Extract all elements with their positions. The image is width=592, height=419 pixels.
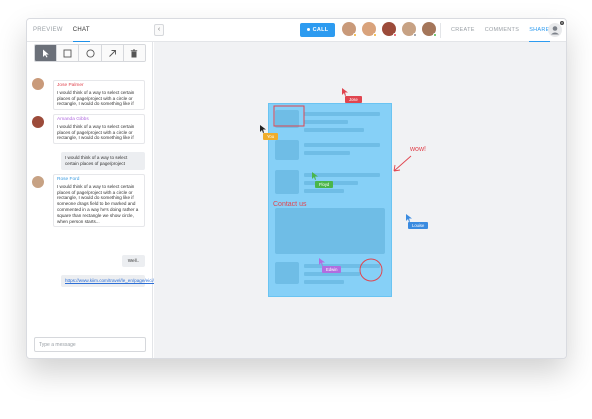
avatar	[32, 176, 44, 188]
sender-name: Rose Ford	[57, 177, 80, 182]
phone-icon	[306, 28, 310, 32]
top-bar: PREVIEW CHAT ‹ CALL CREATE COMMENTS SHAR…	[27, 19, 566, 42]
avatar[interactable]	[422, 22, 437, 37]
annotation-text: Contact us	[273, 201, 307, 208]
collapse-sidebar-button[interactable]: ‹	[154, 24, 164, 36]
annotation-layer	[260, 88, 412, 282]
cursor-icon	[260, 125, 266, 133]
notification-badge: ×	[559, 20, 565, 26]
status-dot	[353, 33, 357, 37]
avatar	[32, 116, 44, 128]
own-message-bubble: I would think of a way to select certain…	[61, 152, 145, 170]
arrow-annotation	[393, 155, 412, 172]
cursor-icon	[312, 172, 318, 180]
cursor-icon	[406, 214, 412, 222]
left-tabs: PREVIEW CHAT	[33, 19, 90, 42]
arrow-icon	[108, 49, 116, 57]
own-message-bubble: Well..	[122, 255, 145, 267]
square-icon	[63, 49, 72, 57]
chat-message: Jose Palmer I would think of a way to se…	[27, 76, 153, 112]
sender-name: Jose Palmer	[57, 83, 84, 88]
design-canvas[interactable]: wow! Contact us Jose You Floyd Louise Ed…	[154, 42, 566, 358]
chat-message: Rose Ford I would think of a way to sele…	[27, 174, 153, 240]
status-dot	[373, 33, 377, 37]
cursor-label: You	[263, 133, 279, 140]
message-bubble: Jose Palmer I would think of a way to se…	[53, 80, 145, 111]
arrow-tool-button[interactable]	[101, 45, 124, 61]
tab-share[interactable]: SHARE	[529, 19, 550, 42]
right-tabs: CREATE COMMENTS SHARE	[451, 19, 550, 42]
tab-preview[interactable]: PREVIEW	[33, 19, 63, 42]
rectangle-annotation	[273, 105, 305, 127]
avatar[interactable]	[362, 22, 377, 37]
avatar[interactable]	[382, 22, 397, 37]
chat-message: Amanda Gibbs I would think of a way to s…	[27, 114, 153, 150]
status-dot	[413, 33, 417, 37]
app-window: PREVIEW CHAT ‹ CALL CREATE COMMENTS SHAR…	[26, 18, 567, 359]
avatar	[32, 78, 44, 90]
tab-comments[interactable]: COMMENTS	[485, 19, 519, 42]
cursor-icon	[42, 49, 49, 57]
message-text: I would think of a way to select certain…	[57, 123, 135, 141]
select-tool-button[interactable]	[35, 45, 58, 61]
annotation-text: wow!	[410, 146, 426, 153]
chat-sidebar: Jose Palmer I would think of a way to se…	[27, 42, 183, 358]
trash-icon	[131, 49, 138, 57]
rectangle-tool-button[interactable]	[57, 45, 80, 61]
cursor-label: Floyd	[315, 181, 334, 188]
message-bubble: Amanda Gibbs I would think of a way to s…	[53, 114, 145, 145]
tab-chat[interactable]: CHAT	[72, 19, 90, 42]
circle-icon	[85, 48, 95, 58]
participants	[342, 22, 437, 37]
cursor-icon	[342, 88, 348, 96]
divider	[440, 23, 441, 38]
call-label: CALL	[312, 27, 329, 33]
own-message-bubble: https://www.kiim.com/travel/le_en/page/e…	[61, 275, 183, 287]
avatar[interactable]	[402, 22, 417, 37]
cursor-icon	[319, 258, 325, 266]
user-menu-button[interactable]: ×	[548, 20, 565, 37]
message-input[interactable]: Type a message	[34, 337, 146, 352]
call-button[interactable]: CALL	[300, 23, 335, 37]
circle-tool-button[interactable]	[79, 45, 102, 61]
cursor-label: Jose	[345, 96, 362, 103]
drawing-toolbar	[34, 44, 146, 62]
tab-create[interactable]: CREATE	[451, 19, 475, 42]
message-text: I would think of a way to select certain…	[57, 89, 135, 107]
delete-tool-button[interactable]	[123, 45, 145, 61]
sender-name: Amanda Gibbs	[57, 117, 89, 122]
cursor-label: Louise	[408, 222, 429, 229]
status-dot	[433, 33, 437, 37]
message-bubble: Rose Ford I would think of a way to sele…	[53, 174, 145, 228]
cursor-label: Edwin	[322, 266, 342, 273]
avatar[interactable]	[342, 22, 357, 37]
status-dot	[393, 33, 397, 37]
message-text: I would think of a way to select certain…	[57, 183, 139, 224]
circle-annotation	[359, 258, 383, 282]
